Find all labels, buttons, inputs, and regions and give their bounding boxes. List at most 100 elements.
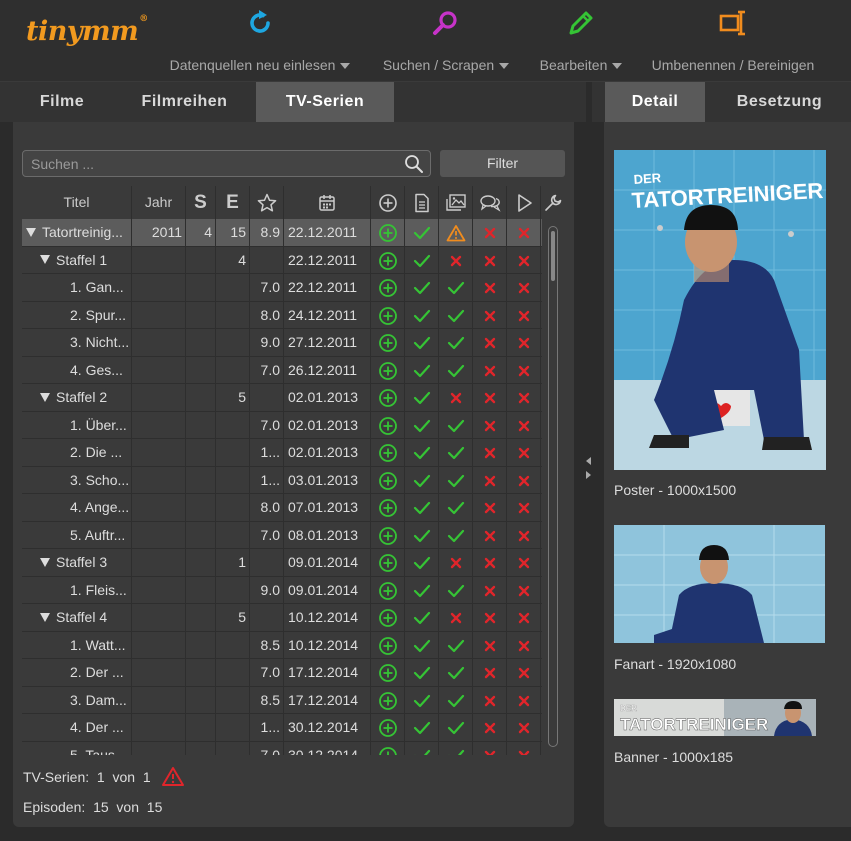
poster-image[interactable]: DER TATORTREINIGER	[614, 150, 826, 470]
column-header-episodes[interactable]: E	[216, 186, 250, 219]
expand-toggle-icon[interactable]	[40, 392, 50, 402]
check-icon	[413, 282, 430, 295]
edit-button[interactable]: Bearbeiten	[537, 0, 625, 82]
column-header-date[interactable]	[284, 186, 371, 219]
check-icon	[447, 667, 464, 680]
title-text: 2. Der ...	[70, 664, 124, 680]
date-cell: 26.12.2011	[284, 356, 371, 384]
banner-title-line2: TATORTREINIGER	[620, 715, 768, 734]
images-status-cell	[439, 274, 473, 301]
nfo-status-cell	[405, 329, 439, 356]
expand-toggle-icon[interactable]	[40, 557, 50, 567]
column-header-nfo[interactable]	[405, 186, 439, 219]
column-header-title[interactable]: Titel	[22, 186, 132, 219]
images-status-cell	[439, 604, 473, 631]
rating-cell: 8.9	[250, 219, 284, 246]
episodes-cell	[216, 576, 250, 604]
episode-row[interactable]: 4. Ange... 8.0 07.01.2013	[22, 494, 542, 522]
banner-image[interactable]: DER TATORTREINIGER	[614, 699, 816, 736]
column-header-year[interactable]: Jahr	[132, 186, 186, 219]
panel-splitter-handle[interactable]	[583, 450, 593, 490]
tab-besetzung[interactable]: Besetzung	[708, 82, 851, 122]
episode-row[interactable]: 3. Scho... 1... 03.01.2013	[22, 466, 542, 494]
scrollbar-thumb[interactable]	[551, 231, 555, 281]
title-cell: Staffel 4	[22, 604, 132, 631]
column-header-images[interactable]	[439, 186, 473, 219]
tab-filmreihen[interactable]: Filmreihen	[113, 82, 256, 122]
episodes-cell: 5	[216, 604, 250, 631]
edit-pencil-icon	[569, 11, 593, 35]
check-icon	[413, 392, 430, 405]
rating-cell: 7.0	[250, 274, 284, 301]
cross-icon	[484, 723, 495, 734]
column-header-trailer[interactable]	[507, 186, 541, 219]
episode-row[interactable]: 1. Gan... 7.0 22.12.2011	[22, 274, 542, 302]
expand-toggle-icon[interactable]	[40, 255, 50, 265]
year-cell	[132, 494, 186, 521]
seasons-cell	[186, 439, 216, 466]
episode-row[interactable]: 3. Nicht... 9.0 27.12.2011	[22, 329, 542, 357]
year-cell	[132, 549, 186, 576]
episode-row[interactable]: 2. Der ... 7.0 17.12.2014	[22, 659, 542, 687]
episode-row[interactable]: 3. Dam... 8.5 17.12.2014	[22, 686, 542, 714]
episode-row[interactable]: 1. Fleis... 9.0 09.01.2014	[22, 576, 542, 604]
title-cell: 3. Dam...	[22, 686, 132, 714]
warning-icon[interactable]	[161, 766, 185, 786]
season-row[interactable]: Staffel 1 4 22.12.2011	[22, 246, 542, 274]
episodes-cell	[216, 714, 250, 741]
title-text: 3. Dam...	[70, 691, 127, 708]
refresh-datasources-button[interactable]: Datenquellen neu einlesen	[165, 0, 355, 82]
date-cell: 02.01.2013	[284, 439, 371, 466]
rename-cleanup-button[interactable]: Umbenennen / Bereinigen	[647, 0, 819, 82]
nfo-status-cell	[405, 466, 439, 494]
season-row[interactable]: Staffel 2 5 02.01.2013	[22, 384, 542, 412]
cross-icon	[484, 310, 495, 321]
column-header-seasons[interactable]: S	[186, 186, 216, 219]
title-text: 2. Spur...	[70, 306, 127, 323]
search-icon[interactable]	[404, 154, 424, 174]
fanart-image[interactable]	[614, 525, 825, 643]
season-row[interactable]: Staffel 3 1 09.01.2014	[22, 549, 542, 577]
episode-row[interactable]: 4. Der ... 1... 30.12.2014	[22, 714, 542, 742]
trailer-status-cell	[507, 741, 541, 755]
tab-detail[interactable]: Detail	[605, 82, 705, 134]
plus-circle-icon	[378, 499, 397, 518]
column-header-new[interactable]	[371, 186, 405, 219]
check-icon	[413, 584, 430, 597]
episode-row[interactable]: 5. Taus... 7.0 30.12.2014	[22, 741, 542, 755]
episode-row[interactable]: 2. Die ... 1... 02.01.2013	[22, 439, 542, 467]
column-settings-button[interactable]	[541, 186, 565, 219]
expand-toggle-icon[interactable]	[40, 612, 50, 622]
episode-row[interactable]: 1. Watt... 8.5 10.12.2014	[22, 631, 542, 659]
refresh-datasources-label: Datenquellen neu einlesen	[169, 57, 336, 73]
tab-filme[interactable]: Filme	[13, 82, 111, 122]
tab-tv-serien[interactable]: TV-Serien	[256, 82, 394, 134]
tv-show-row[interactable]: Tatortreinig... 2011 4 15 8.9 22.12.2011	[22, 219, 542, 247]
expand-toggle-icon[interactable]	[26, 227, 36, 237]
column-header-subtitles[interactable]	[473, 186, 507, 219]
table-scrollbar[interactable]	[548, 226, 558, 747]
seasons-cell	[186, 521, 216, 549]
rating-cell	[250, 246, 284, 274]
filter-button[interactable]: Filter	[440, 150, 565, 177]
nfo-status-cell	[405, 439, 439, 466]
nfo-status-cell	[405, 741, 439, 755]
check-icon	[447, 419, 464, 432]
episode-row[interactable]: 1. Über... 7.0 02.01.2013	[22, 411, 542, 439]
search-input[interactable]	[23, 151, 393, 176]
new-flag-cell	[371, 301, 405, 329]
search-scrape-button[interactable]: Suchen / Scrapen	[378, 0, 514, 82]
cross-icon	[518, 585, 529, 596]
episode-row[interactable]: 2. Spur... 8.0 24.12.2011	[22, 301, 542, 329]
episode-row[interactable]: 4. Ges... 7.0 26.12.2011	[22, 356, 542, 384]
season-row[interactable]: Staffel 4 5 10.12.2014	[22, 604, 542, 632]
title-cell: 1. Fleis...	[22, 576, 132, 604]
column-header-rating[interactable]	[250, 186, 284, 219]
trailer-status-cell	[507, 384, 541, 411]
title-cell: 3. Nicht...	[22, 329, 132, 356]
new-flag-cell	[371, 356, 405, 384]
cross-icon	[484, 365, 495, 376]
document-icon	[414, 194, 429, 213]
episode-row[interactable]: 5. Auftr... 7.0 08.01.2013	[22, 521, 542, 549]
check-icon	[447, 529, 464, 542]
